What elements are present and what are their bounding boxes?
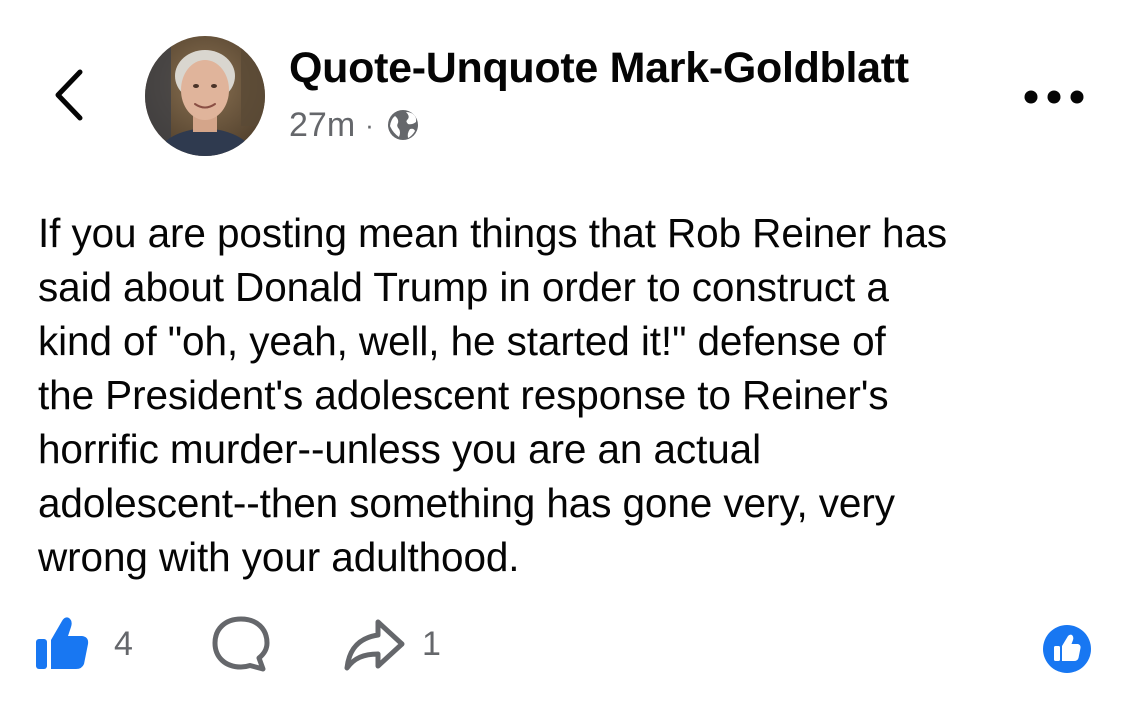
share-arrow-icon	[344, 619, 405, 671]
timestamp[interactable]: 27m	[289, 106, 355, 145]
share-count: 1	[422, 624, 441, 663]
like-button[interactable]: 4	[34, 614, 133, 674]
globe-icon	[387, 110, 418, 140]
post-actions: 4 1	[34, 614, 1094, 674]
comment-button[interactable]	[210, 614, 272, 674]
more-options-button[interactable]	[1022, 84, 1086, 110]
like-count: 4	[114, 624, 133, 663]
meta-separator: ·	[365, 109, 374, 140]
author-name[interactable]: Quote-Unquote Mark-Goldblatt	[289, 44, 909, 93]
like-reaction-badge[interactable]	[1042, 624, 1092, 674]
chevron-left-icon	[55, 69, 83, 121]
avatar[interactable]	[145, 36, 265, 156]
ellipsis-icon	[1024, 90, 1084, 104]
thumbs-up-icon	[36, 617, 89, 669]
back-button[interactable]	[44, 66, 96, 124]
post-meta: 27m ·	[289, 105, 420, 145]
share-button[interactable]: 1	[342, 614, 441, 674]
like-reaction-icon	[1043, 625, 1091, 673]
avatar-image	[145, 36, 265, 156]
post-text: If you are posting mean things that Rob …	[38, 210, 948, 580]
comment-bubble-icon	[212, 616, 270, 672]
